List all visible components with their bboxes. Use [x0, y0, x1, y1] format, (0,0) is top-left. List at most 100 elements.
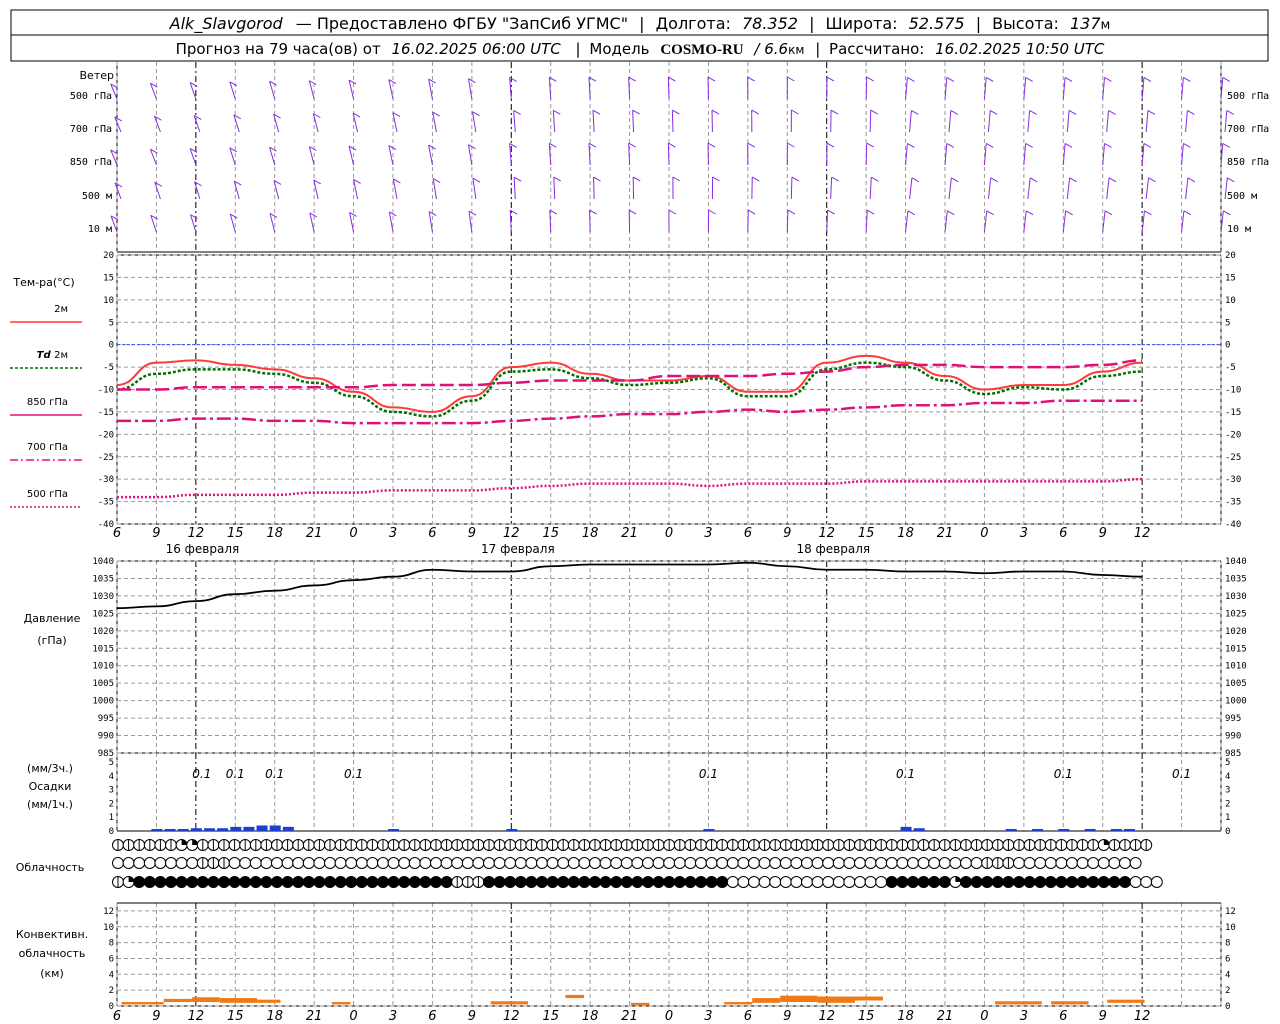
temperature-xtick: 9 [1099, 526, 1107, 541]
wind-barb-flag [1144, 210, 1152, 216]
cloud-circle [1076, 876, 1089, 888]
cloud-circle [695, 857, 707, 869]
cloud-symbol [652, 839, 665, 851]
cloud-symbol [705, 876, 718, 888]
cloud-circle [938, 876, 951, 888]
cloud-circle [822, 876, 835, 888]
cloud-circle [578, 876, 591, 888]
cloud-circle [1129, 876, 1142, 888]
cloud-symbol [1140, 839, 1153, 851]
cloud-circle [875, 876, 888, 888]
wind-barb [865, 143, 868, 166]
cloud-circle [1129, 857, 1142, 869]
cloud-symbol [854, 857, 866, 869]
cloud-symbol [907, 839, 919, 851]
cloud-symbol [938, 876, 951, 888]
cloud-symbol [1044, 876, 1057, 888]
cloud-symbol [112, 857, 124, 869]
lon-value: 78.352 [742, 14, 798, 33]
temperature-xtick: 12 [818, 526, 835, 541]
wind-level-label-right: 700 гПа [1227, 124, 1269, 135]
cloud-symbol [726, 876, 739, 888]
wind-barb-flag [985, 143, 994, 148]
wind-barb [1106, 177, 1110, 200]
cloud-symbol [620, 857, 633, 869]
cloud-symbol [928, 857, 941, 869]
cloud-symbol [631, 839, 644, 851]
cloud-symbol [726, 839, 739, 851]
cloud-circle [642, 876, 654, 888]
cloud-circle [705, 876, 718, 888]
wind-barb-flag [1183, 77, 1191, 82]
cloud-symbol [663, 857, 676, 869]
cloud-symbol [589, 876, 601, 888]
cloud-symbol [271, 857, 283, 869]
cloud-circle [440, 857, 453, 869]
cloud-circle [801, 857, 813, 869]
cloud-symbol [907, 857, 919, 869]
wind-barb [1102, 210, 1106, 233]
cloud-symbol [1055, 857, 1068, 869]
cloud-circle [483, 857, 495, 869]
cloud-symbol [525, 857, 538, 869]
cloud-symbol [843, 857, 856, 869]
convective-xtick: 9 [152, 1009, 160, 1024]
cloud-circle [165, 876, 177, 888]
pressure-title: Давление [24, 612, 81, 625]
cloud-circle [726, 876, 739, 888]
cloud-symbol [430, 876, 442, 888]
cloud-symbol [843, 839, 856, 851]
cloud-circle [143, 857, 156, 869]
precip-ytick-right: 0 [1225, 827, 1230, 837]
cloud-symbol [864, 876, 877, 888]
convective-ytick-right: 12 [1225, 907, 1236, 917]
wind-barb [944, 210, 948, 233]
wind-barb [830, 177, 833, 200]
temperature-ytick-right: 10 [1225, 296, 1236, 306]
convective-bar [490, 1001, 529, 1005]
precip-bar [1110, 829, 1122, 831]
cloud-circle [154, 876, 167, 888]
cloud-circle [451, 857, 464, 869]
cloud-symbol [769, 839, 782, 851]
cloud-symbol [165, 876, 177, 888]
wind-barb [987, 177, 992, 200]
pressure-ytick-right: 1015 [1225, 644, 1247, 654]
wind-barb-flag [711, 109, 720, 115]
wind-barb [865, 77, 868, 100]
cloud-symbol [652, 857, 665, 869]
cloud-symbol [249, 876, 262, 888]
cloud-symbol [440, 857, 453, 869]
cloud-symbol [398, 839, 411, 851]
cloud-circle [504, 876, 517, 888]
wind-barb [432, 178, 437, 200]
convective-xtick: 3 [1020, 1009, 1028, 1024]
cloud-symbol [228, 839, 241, 851]
cloud-symbol [917, 876, 930, 888]
cloud-symbol [1055, 876, 1068, 888]
cloud-circle [589, 876, 601, 888]
pressure-ytick-right: 1035 [1225, 574, 1247, 584]
cloud-symbol [1066, 876, 1078, 888]
wind-barb [467, 144, 473, 166]
cloud-circle [737, 857, 750, 869]
lat-value: 52.575 [909, 14, 965, 33]
temperature-ytick-left: -40 [98, 520, 114, 530]
cloud-symbol [207, 839, 220, 851]
cloud-circle [514, 876, 527, 888]
cloud-symbol [366, 839, 379, 851]
wind-barb-flag [712, 176, 720, 182]
header: Alk_Slavgorod — Предоставлено ФГБУ "ЗапС… [10, 9, 1269, 62]
cloud-circle [1013, 857, 1025, 869]
cloud-symbol [1002, 876, 1015, 888]
wind-barb [1145, 110, 1149, 133]
wind-barb [552, 110, 556, 133]
cloud-symbol [483, 876, 495, 888]
cloud-symbol [567, 857, 580, 869]
wind-level-label: 10 м [88, 224, 112, 235]
wind-barb [826, 210, 829, 233]
cloud-circle [716, 857, 729, 869]
wind-barb-flag [1222, 143, 1231, 148]
wind-barb-flag [787, 76, 795, 82]
precip-bar [1084, 829, 1096, 831]
